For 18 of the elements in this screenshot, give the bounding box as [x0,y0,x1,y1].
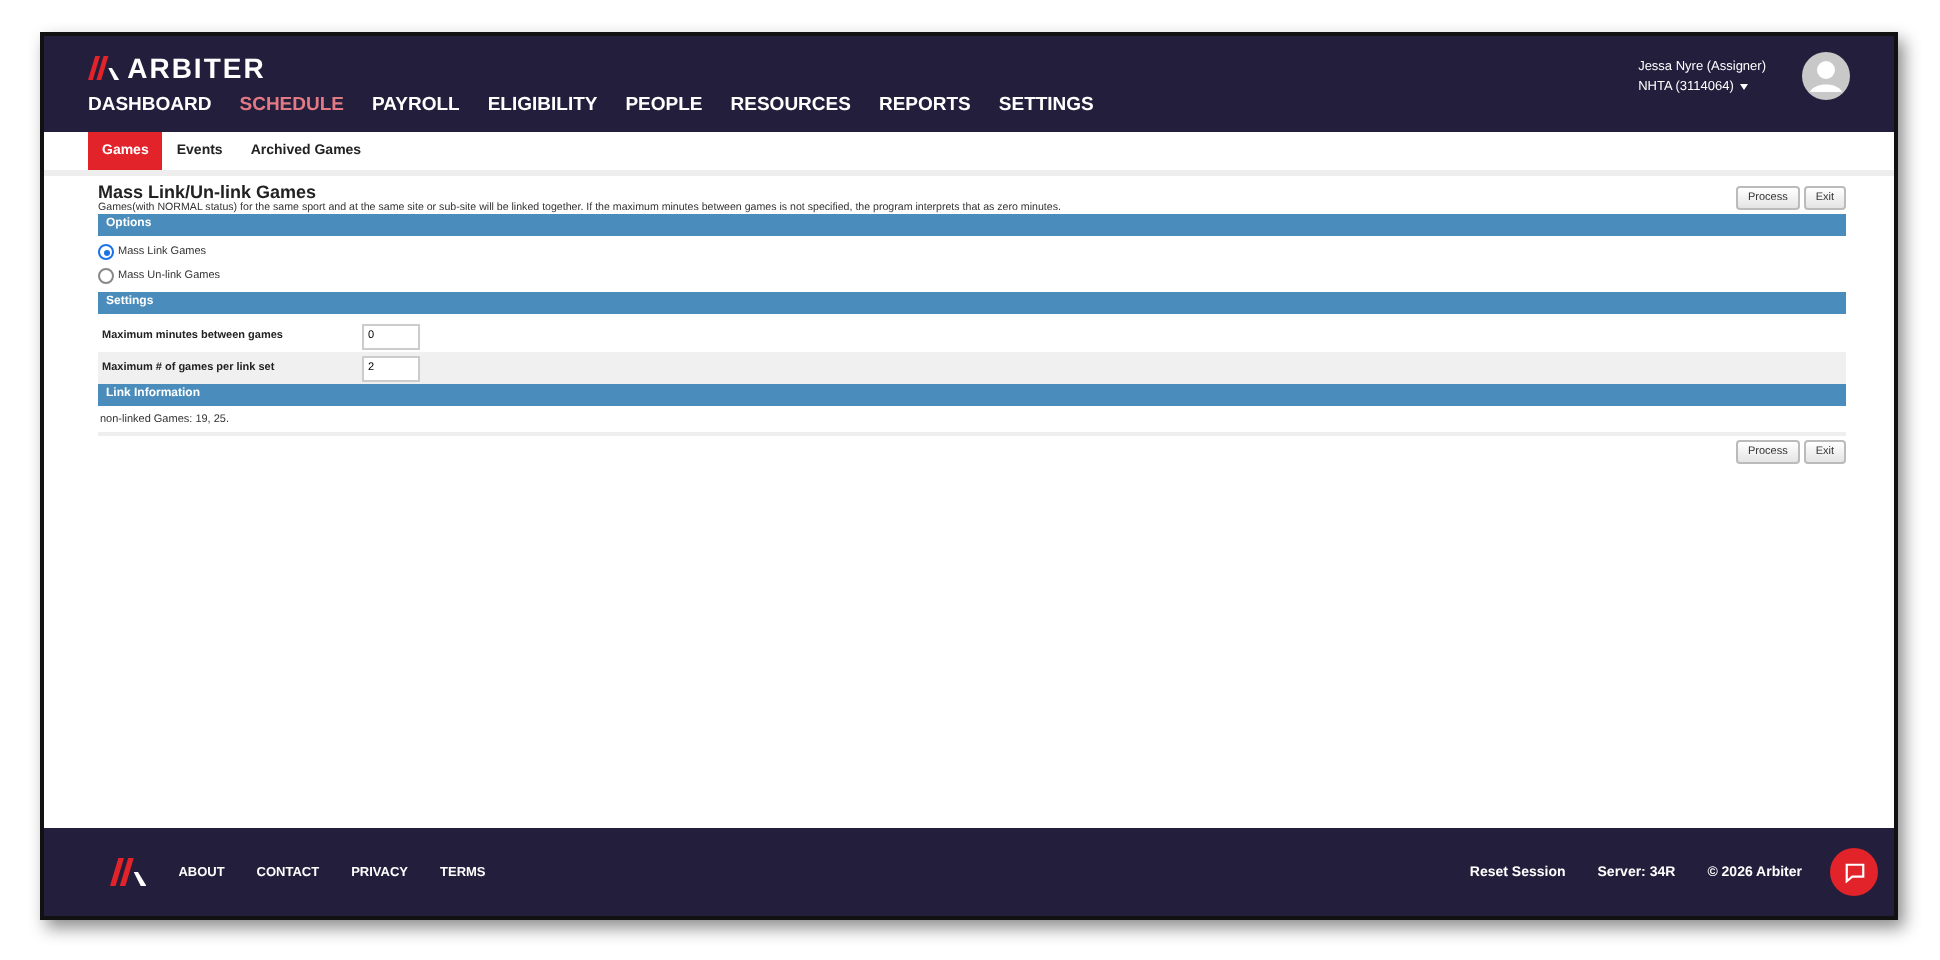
caret-icon [1739,83,1748,89]
nav-item[interactable]: ELIGIBILITY [487,94,598,116]
nav-item[interactable]: PAYROLL [372,94,460,116]
logo-icon [110,858,147,886]
radio-button[interactable] [98,244,114,260]
nav-item[interactable]: RESOURCES [730,94,851,116]
logo-icon [88,56,120,80]
radio-button[interactable] [98,268,114,284]
nav-item[interactable]: SETTINGS [998,94,1094,116]
nav-item[interactable]: SCHEDULE [239,94,345,116]
chat-button[interactable] [1830,848,1878,896]
page-title: Mass Link/Un-link Games [98,182,319,202]
avatar-icon[interactable] [1802,52,1850,100]
chat-icon [1843,861,1865,883]
brand-name: ARBITER [127,52,266,84]
nav-item[interactable]: DASHBOARD [88,94,212,116]
nav-item[interactable]: REPORTS [878,94,971,116]
nav-item[interactable]: PEOPLE [625,94,703,116]
